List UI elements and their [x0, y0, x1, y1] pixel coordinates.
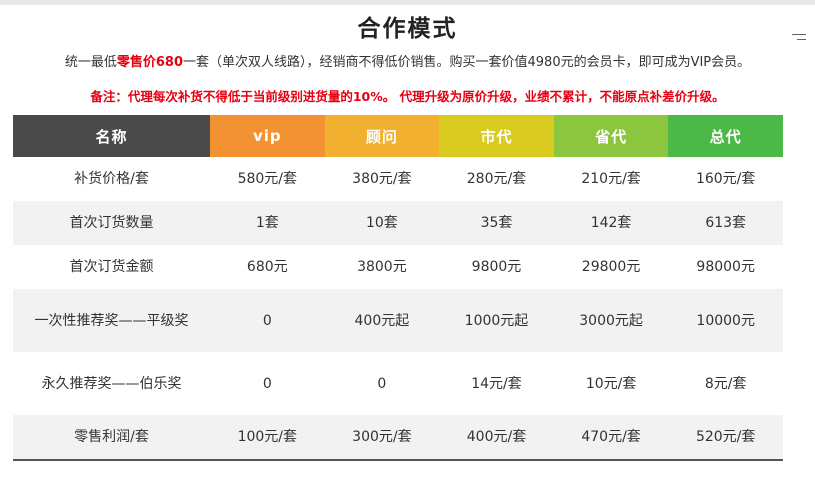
table-header-row: 名称 vip 顾问 市代 省代 总代: [13, 115, 783, 157]
header-vip: vip: [210, 115, 325, 157]
intro-highlight: 零售价680: [116, 55, 183, 70]
intro-text: 统一最低零售价680一套（单次双人线路），经销商不得低价销售。购买一套价值498…: [0, 51, 815, 70]
row-label: 一次性推荐奖——平级奖: [13, 289, 210, 352]
table-cell: 10元/套: [553, 352, 669, 415]
table-cell: 29800元: [553, 245, 669, 289]
table-cell: 1000元起: [439, 289, 554, 352]
row-label: 零售利润/套: [13, 415, 210, 461]
table-cell: 9800元: [439, 245, 554, 289]
header-province-agent: 省代: [553, 115, 669, 157]
table-row: 永久推荐奖——伯乐奖 0 0 14元/套 10元/套 8元/套: [13, 352, 783, 415]
table-cell: 10000元: [668, 289, 783, 352]
page-title: 合作模式: [357, 16, 458, 42]
menu-icon[interactable]: [792, 34, 806, 42]
table-row: 零售利润/套 100元/套 300元/套 400元/套 470元/套 520元/…: [13, 415, 783, 461]
table-row: 首次订货金额 680元 3800元 9800元 29800元 98000元: [13, 245, 783, 289]
table-cell: 613套: [668, 201, 783, 245]
table-row: 一次性推荐奖——平级奖 0 400元起 1000元起 3000元起 10000元: [13, 289, 783, 352]
table-cell: 160元/套: [668, 157, 783, 201]
header-general-agent: 总代: [668, 115, 783, 157]
table-cell: 0: [324, 352, 440, 415]
table-cell: 10套: [324, 201, 440, 245]
table-cell: 0: [210, 289, 325, 352]
table-cell: 210元/套: [553, 157, 669, 201]
table-cell: 380元/套: [324, 157, 440, 201]
table-cell: 0: [210, 352, 325, 415]
row-label: 首次订货金额: [13, 245, 210, 289]
pricing-table: 名称 vip 顾问 市代 省代 总代 补货价格/套 580元/套 380元/套 …: [13, 115, 783, 461]
table-cell: 98000元: [668, 245, 783, 289]
row-label: 永久推荐奖——伯乐奖: [13, 352, 210, 415]
header-city-agent: 市代: [439, 115, 554, 157]
table-cell: 470元/套: [553, 415, 669, 461]
table-cell: 142套: [553, 201, 669, 245]
intro-post: 一套（单次双人线路），经销商不得低价销售。购买一套价值4980元的会员卡，即可成…: [183, 55, 751, 70]
table-cell: 3000元起: [553, 289, 669, 352]
intro-pre: 统一最低: [64, 55, 117, 70]
table-cell: 280元/套: [439, 157, 554, 201]
table-row: 补货价格/套 580元/套 380元/套 280元/套 210元/套 160元/…: [13, 157, 783, 201]
table-row: 首次订货数量 1套 10套 35套 142套 613套: [13, 201, 783, 245]
note-text: 备注：代理每次补货不得低于当前级别进货量的10%。 代理升级为原价升级，业绩不累…: [90, 89, 725, 104]
table-cell: 14元/套: [439, 352, 554, 415]
row-label: 首次订货数量: [13, 201, 210, 245]
table-cell: 680元: [210, 245, 325, 289]
table-cell: 35套: [439, 201, 554, 245]
table-cell: 520元/套: [668, 415, 783, 461]
table-cell: 3800元: [324, 245, 440, 289]
row-label: 补货价格/套: [13, 157, 210, 201]
header-advisor: 顾问: [324, 115, 440, 157]
table-cell: 1套: [210, 201, 325, 245]
header-name: 名称: [13, 115, 210, 157]
top-bar: [0, 0, 815, 5]
table-cell: 300元/套: [324, 415, 440, 461]
table-cell: 580元/套: [210, 157, 325, 201]
table-cell: 8元/套: [668, 352, 783, 415]
table-cell: 100元/套: [210, 415, 325, 461]
table-cell: 400元起: [324, 289, 440, 352]
table-cell: 400元/套: [439, 415, 554, 461]
